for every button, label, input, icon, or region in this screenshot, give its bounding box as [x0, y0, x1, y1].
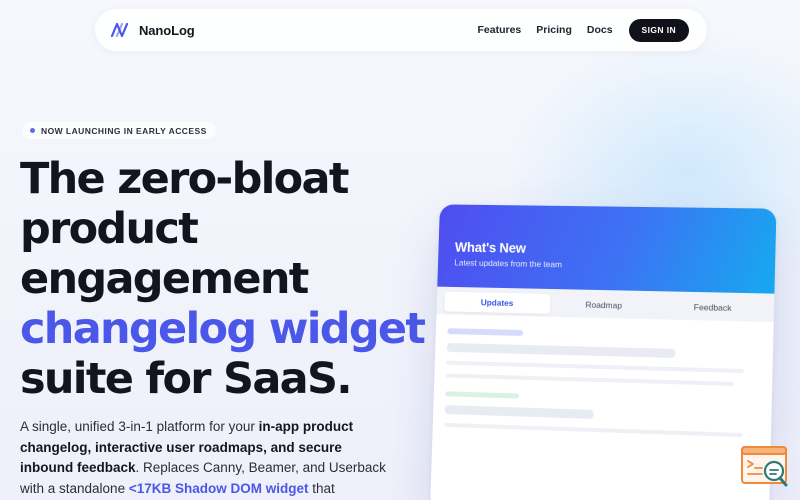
- skeleton-line: [445, 373, 734, 386]
- tab-updates[interactable]: Updates: [444, 291, 551, 314]
- tab-roadmap[interactable]: Roadmap: [550, 294, 658, 316]
- widget-header: What's New Latest updates from the team: [437, 204, 777, 294]
- widget-subtitle: Latest updates from the team: [454, 257, 563, 270]
- launch-badge-text: NOW LAUNCHING IN EARLY ACCESS: [41, 125, 207, 136]
- hero-title: The zero-bloat product engagement change…: [20, 154, 426, 404]
- nav-links: Features Pricing Docs SIGN IN: [462, 18, 689, 42]
- nanolog-logo-icon: [110, 22, 129, 38]
- widget-body: [433, 314, 774, 438]
- brand-name: NanoLog: [139, 22, 195, 38]
- widget-preview: What's New Latest updates from the team …: [430, 204, 777, 500]
- launch-badge: NOW LAUNCHING IN EARLY ACCESS: [22, 122, 216, 139]
- skeleton-line: [446, 360, 744, 374]
- nav-link-pricing[interactable]: Pricing: [536, 24, 572, 36]
- skeleton-line: [447, 328, 524, 336]
- skeleton-line: [444, 405, 594, 419]
- hero-title-accent-line: changelog widget: [20, 304, 426, 354]
- hero-title-line: suite for SaaS.: [20, 354, 353, 404]
- skeleton-line: [446, 342, 676, 358]
- skeleton-line: [445, 391, 520, 399]
- hero-title-line: The zero-bloat: [20, 154, 349, 204]
- hero-desc-text: A single, unified 3-in-1 platform for yo…: [20, 419, 259, 434]
- navbar: NanoLog Features Pricing Docs SIGN IN: [95, 9, 707, 51]
- hero-desc-highlight: <17KB Shadow DOM widget: [128, 480, 309, 496]
- brand[interactable]: NanoLog: [110, 21, 195, 39]
- tab-feedback[interactable]: Feedback: [658, 296, 769, 319]
- support-chat-icon[interactable]: [740, 444, 790, 490]
- widget-title: What's New: [454, 239, 527, 256]
- hero-title-line: product: [20, 204, 199, 254]
- skeleton-line: [444, 422, 743, 438]
- hero-description: A single, unified 3-in-1 platform for yo…: [20, 417, 392, 500]
- sign-in-button[interactable]: SIGN IN: [628, 18, 689, 42]
- hero-title-line: engagement: [20, 254, 309, 304]
- widget-card: What's New Latest updates from the team …: [430, 204, 777, 500]
- status-dot-icon: [30, 128, 35, 133]
- nav-link-features[interactable]: Features: [477, 24, 521, 36]
- nav-link-docs[interactable]: Docs: [587, 24, 613, 36]
